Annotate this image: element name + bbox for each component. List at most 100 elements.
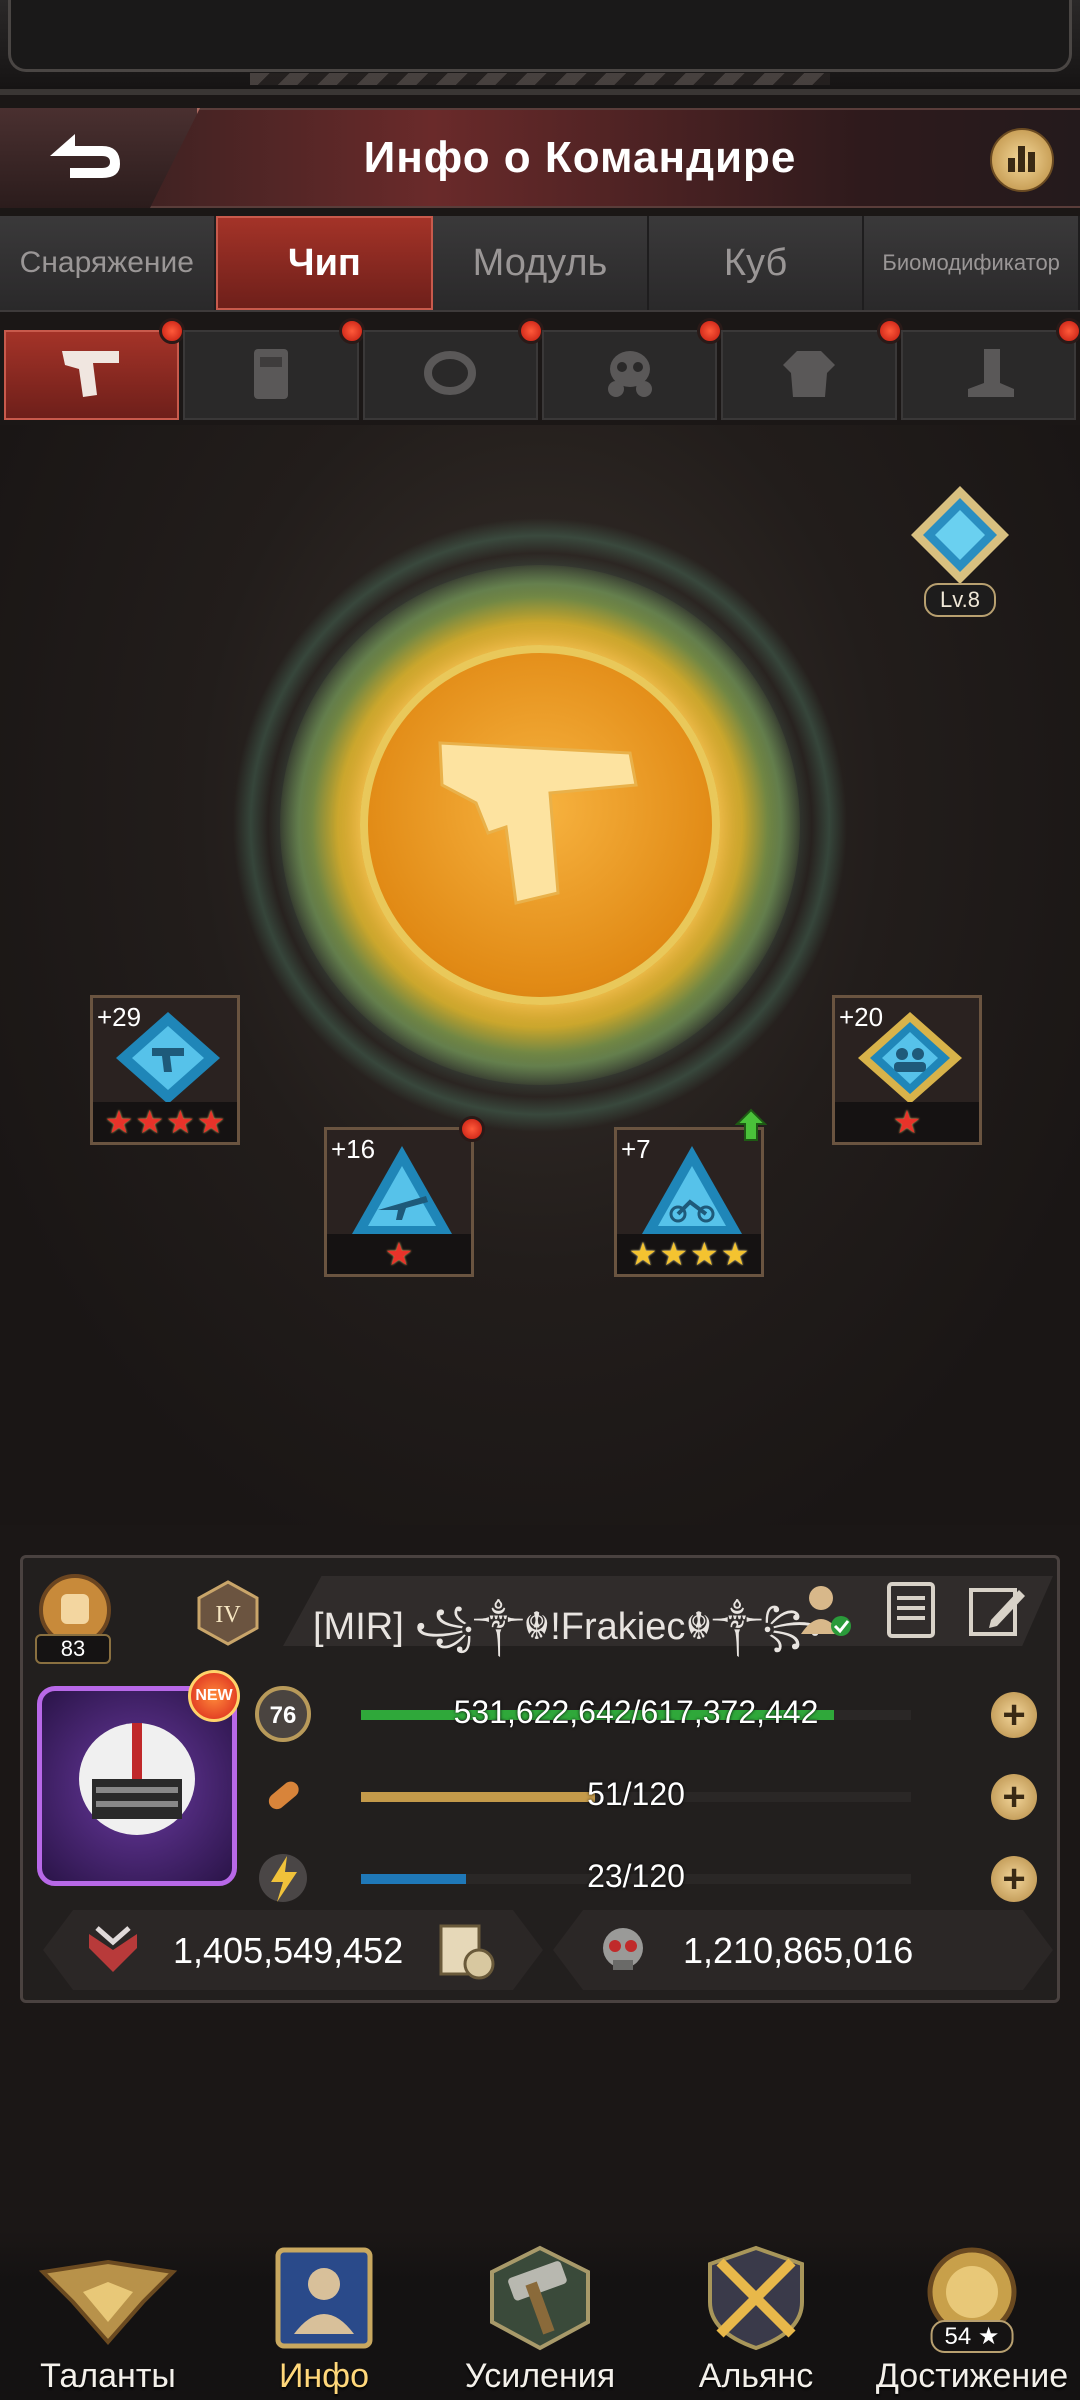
boot-icon	[958, 343, 1018, 408]
nav-boosts[interactable]: Усиления	[440, 2230, 640, 2400]
slot-ring[interactable]	[362, 318, 544, 420]
nav-achievements[interactable]: 54 ★ Достижение	[872, 2230, 1072, 2400]
notification-dot	[876, 318, 903, 344]
star-icon: ★	[659, 1236, 688, 1272]
star-icon: ★	[720, 1236, 750, 1272]
chip-plus-value: +16	[331, 1134, 376, 1164]
stat-row-ammo: 51/120 +	[251, 1766, 1051, 1826]
star-icon: ★	[196, 1104, 226, 1140]
gear-slot-bar	[0, 318, 1080, 420]
bottom-nav: Таланты Инфо Усиления Альянс 54 ★ Достиж…	[0, 2230, 1080, 2400]
helmet-avatar-icon	[62, 1709, 212, 1864]
hazard-stripes	[250, 73, 830, 85]
nav-label: Альянс	[698, 2357, 814, 2395]
star-icon: ★	[135, 1104, 164, 1140]
chip-level-badge[interactable]: Lv.8	[900, 480, 1020, 620]
notification-dot	[697, 318, 724, 344]
notification-dot	[1055, 318, 1080, 344]
stats-button[interactable]	[990, 128, 1054, 192]
chip-plus-value: +20	[839, 1002, 884, 1032]
chip-slot-3[interactable]: +7 ★ ★ ★ ★	[614, 1108, 768, 1277]
star-icon: ★	[892, 1104, 922, 1140]
new-badge: NEW	[188, 1670, 240, 1722]
slot-jacket[interactable]	[721, 318, 903, 420]
back-arrow-icon	[30, 126, 130, 191]
star-icon: ★	[166, 1104, 195, 1140]
tab-biomodifier[interactable]: Биомодификатор	[864, 216, 1080, 310]
tab-module[interactable]: Модуль	[433, 216, 649, 310]
add-energy-button[interactable]: +	[991, 1856, 1037, 1902]
nav-label: Инфо	[278, 2357, 370, 2395]
slot-weapon[interactable]	[4, 318, 186, 420]
chip-core[interactable]	[360, 645, 720, 1005]
star-icon: ★	[384, 1236, 414, 1272]
profile-check-icon[interactable]	[795, 1580, 855, 1645]
tab-cube[interactable]: Куб	[648, 216, 865, 310]
star-rating: ★	[327, 1234, 471, 1274]
star-rating: ★ ★ ★ ★	[617, 1234, 761, 1274]
power-details-icon[interactable]	[435, 1922, 499, 1987]
hammer-icon	[480, 2242, 600, 2357]
talent-wings-icon	[33, 2242, 183, 2357]
chip-plus-value: +7	[621, 1134, 651, 1164]
experience-level-icon: 76	[251, 1684, 315, 1744]
pistol-icon	[430, 723, 650, 928]
nav-talents[interactable]: Таланты	[8, 2230, 208, 2400]
diamond-gem-icon	[905, 480, 1015, 595]
top-frame-inner	[8, 0, 1072, 72]
nav-info[interactable]: Инфо	[224, 2230, 424, 2400]
vest-icon	[246, 343, 296, 408]
power-icon	[85, 1924, 141, 1981]
bullet-icon	[251, 1766, 315, 1826]
energy-icon	[251, 1848, 315, 1908]
power-value: 1,405,549,452	[173, 1930, 404, 1971]
chip-slot-1[interactable]: +29 ★ ★ ★ ★	[90, 995, 240, 1145]
ring-icon	[420, 343, 480, 408]
chip-slot-4[interactable]: +20 ★	[832, 995, 982, 1145]
tab-equipment[interactable]: Снаряжение	[0, 216, 216, 310]
commander-name: [MIR] ꧁༒☬!Frakiec☬༒꧂	[313, 1606, 822, 1648]
tab-bar: Снаряжение Чип Модуль Куб Биомодификатор	[0, 216, 1080, 312]
gas-mask-icon	[600, 343, 660, 408]
chip-slot-2[interactable]: +16 ★	[324, 1116, 485, 1277]
top-frame	[0, 0, 1080, 95]
commander-panel: 83 IV [MIR] ꧁༒☬!Frakiec☬༒꧂ NEW 76 531,62…	[20, 1555, 1060, 2003]
document-list-icon[interactable]	[883, 1580, 939, 1645]
notification-dot	[338, 318, 365, 344]
slot-boots[interactable]	[900, 318, 1080, 420]
jacket-icon	[779, 343, 839, 408]
commander-info-icon	[264, 2242, 384, 2357]
page-title: Инфо о Командире	[363, 133, 797, 182]
edit-pencil-icon[interactable]	[967, 1580, 1027, 1645]
nav-label: Усиления	[464, 2357, 616, 2395]
slot-armor[interactable]	[183, 318, 365, 420]
chip-plus-value: +29	[97, 1002, 142, 1032]
upgrade-arrow-icon	[734, 1108, 768, 1147]
name-actions	[795, 1580, 1027, 1645]
chip-level-label: Lv.8	[924, 583, 996, 617]
crossed-swords-icon	[696, 2242, 816, 2357]
energy-text: 23/120	[587, 1858, 685, 1894]
notification-dot	[159, 318, 186, 344]
tab-chip[interactable]: Чип	[215, 216, 434, 310]
add-experience-button[interactable]: +	[991, 1692, 1037, 1738]
star-icon: ★	[628, 1236, 658, 1272]
chip-stage: Lv.8 +29 ★ ★ ★ ★ +16 ★ +7 ★ ★ ★ ★ +20 ★	[0, 425, 1080, 1525]
add-ammo-button[interactable]: +	[991, 1774, 1037, 1820]
notification-dot	[517, 318, 544, 344]
nav-label: Достижение	[875, 2357, 1069, 2395]
pistol-icon	[57, 343, 127, 408]
nav-label: Таланты	[40, 2357, 176, 2395]
experience-text: 531,622,642/617,372,442	[453, 1694, 819, 1730]
tier-badge-icon: IV	[193, 1578, 263, 1648]
slot-mask[interactable]	[541, 318, 724, 420]
star-icon: ★	[690, 1236, 719, 1272]
achievement-count: 54 ★	[930, 2320, 1014, 2353]
star-icon: ★	[104, 1104, 134, 1140]
nav-alliance[interactable]: Альянс	[656, 2230, 856, 2400]
star-rating: ★ ★ ★ ★	[93, 1102, 237, 1142]
commander-level: 76	[270, 1702, 297, 1729]
tier-label: IV	[215, 1602, 241, 1628]
star-rating: ★	[835, 1102, 979, 1142]
notification-dot	[459, 1116, 485, 1142]
